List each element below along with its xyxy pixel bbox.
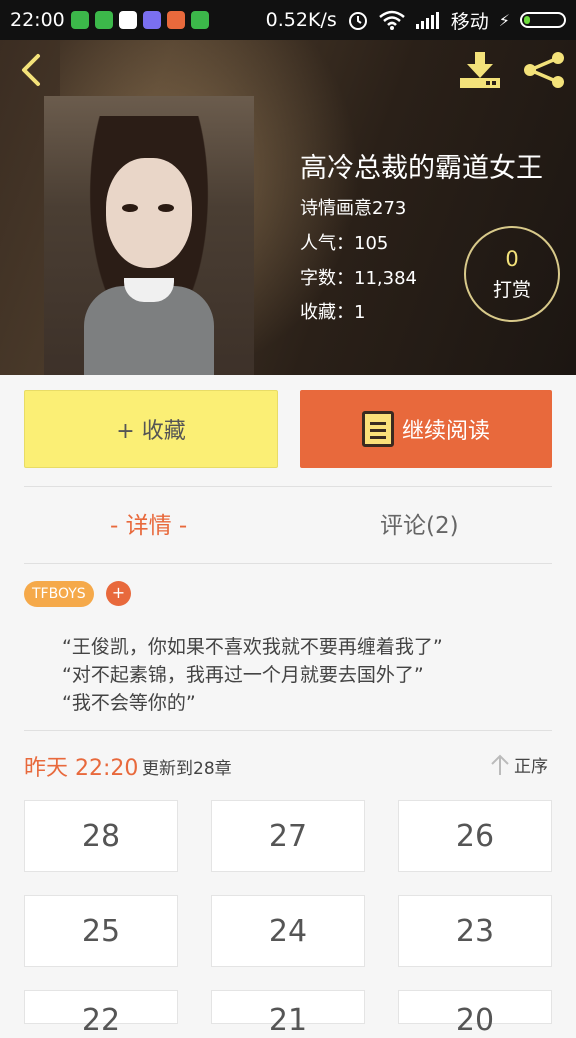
app-notification-icon (142, 11, 161, 29)
app-notification-icon (94, 11, 113, 29)
tip-button[interactable]: 0 打赏 (464, 226, 560, 322)
book-title: 高冷总裁的霸道女王 (300, 153, 543, 184)
chapter-tile[interactable]: 21 (211, 990, 365, 1038)
alarm-icon (348, 12, 367, 30)
wifi-icon (378, 10, 405, 30)
chapter-tile[interactable]: 24 (211, 895, 365, 967)
tab-comments[interactable]: 评论(2) (380, 506, 459, 540)
music-icon (166, 11, 185, 29)
continue-reading-label: 继续阅读 (401, 419, 490, 444)
tab-details[interactable]: - 详情 - (110, 506, 187, 540)
chapter-tile[interactable]: 23 (398, 895, 552, 967)
update-time: 昨天 22:20 (24, 756, 139, 781)
sort-order-label: 正序 (514, 757, 548, 777)
synopsis-line: “我不会等你的” (62, 692, 196, 714)
chapter-tile[interactable]: 27 (211, 800, 365, 872)
chapter-tile[interactable]: 25 (24, 895, 178, 967)
chapter-tile[interactable]: 28 (24, 800, 178, 872)
chapter-tile[interactable]: 26 (398, 800, 552, 872)
divider (24, 563, 552, 564)
app-notification-icon (70, 11, 89, 29)
chapter-tile[interactable]: 20 (398, 990, 552, 1038)
book-header: 高冷总裁的霸道女王 诗情画意273 人气：105 字数：11,384 收藏：1 … (0, 40, 576, 375)
book-icon (361, 411, 394, 447)
chevron-left-icon (22, 54, 40, 86)
word-count: 字数：11,384 (300, 268, 417, 289)
download-button[interactable] (458, 50, 502, 90)
carrier: 移动 (450, 10, 489, 33)
continue-reading-button[interactable]: 继续阅读 (300, 390, 552, 468)
download-icon (460, 52, 500, 88)
tip-count: 0 (505, 246, 519, 271)
collect-button[interactable]: + 收藏 (24, 390, 278, 468)
back-button[interactable] (14, 50, 50, 90)
divider (24, 730, 552, 731)
app-notification-icon (190, 11, 209, 29)
synopsis-line: “王俊凯，你如果不喜欢我就不要再缠着我了” (62, 636, 443, 658)
tag-badge[interactable]: TFBOYS (24, 581, 94, 607)
favorites-count: 收藏：1 (300, 302, 366, 323)
charging-icon: ⚡ (498, 10, 510, 30)
chapter-tile[interactable]: 22 (24, 990, 178, 1038)
update-chapter-text: 更新到28章 (142, 759, 232, 779)
signal-icon (415, 12, 439, 29)
share-button[interactable] (520, 50, 568, 90)
net-speed: 0.52K/s (265, 9, 337, 31)
share-icon (524, 52, 564, 88)
status-bar: 22:00 0.52K/s 移动 ⚡ (0, 0, 576, 40)
status-time: 22:00 (10, 9, 65, 31)
divider (24, 486, 552, 487)
arrow-up-icon (491, 754, 509, 775)
sort-order-button[interactable]: 正序 (490, 752, 548, 777)
popularity-count: 人气：105 (300, 233, 389, 254)
author-name[interactable]: 诗情画意273 (300, 194, 406, 220)
synopsis-line: “对不起素锦，我再过一个月就要去国外了” (62, 664, 424, 686)
battery-icon (520, 12, 566, 28)
book-cover-image[interactable] (44, 96, 254, 375)
qq-icon (118, 11, 137, 29)
add-tag-button[interactable]: + (106, 581, 131, 606)
tip-label: 打赏 (492, 278, 531, 301)
